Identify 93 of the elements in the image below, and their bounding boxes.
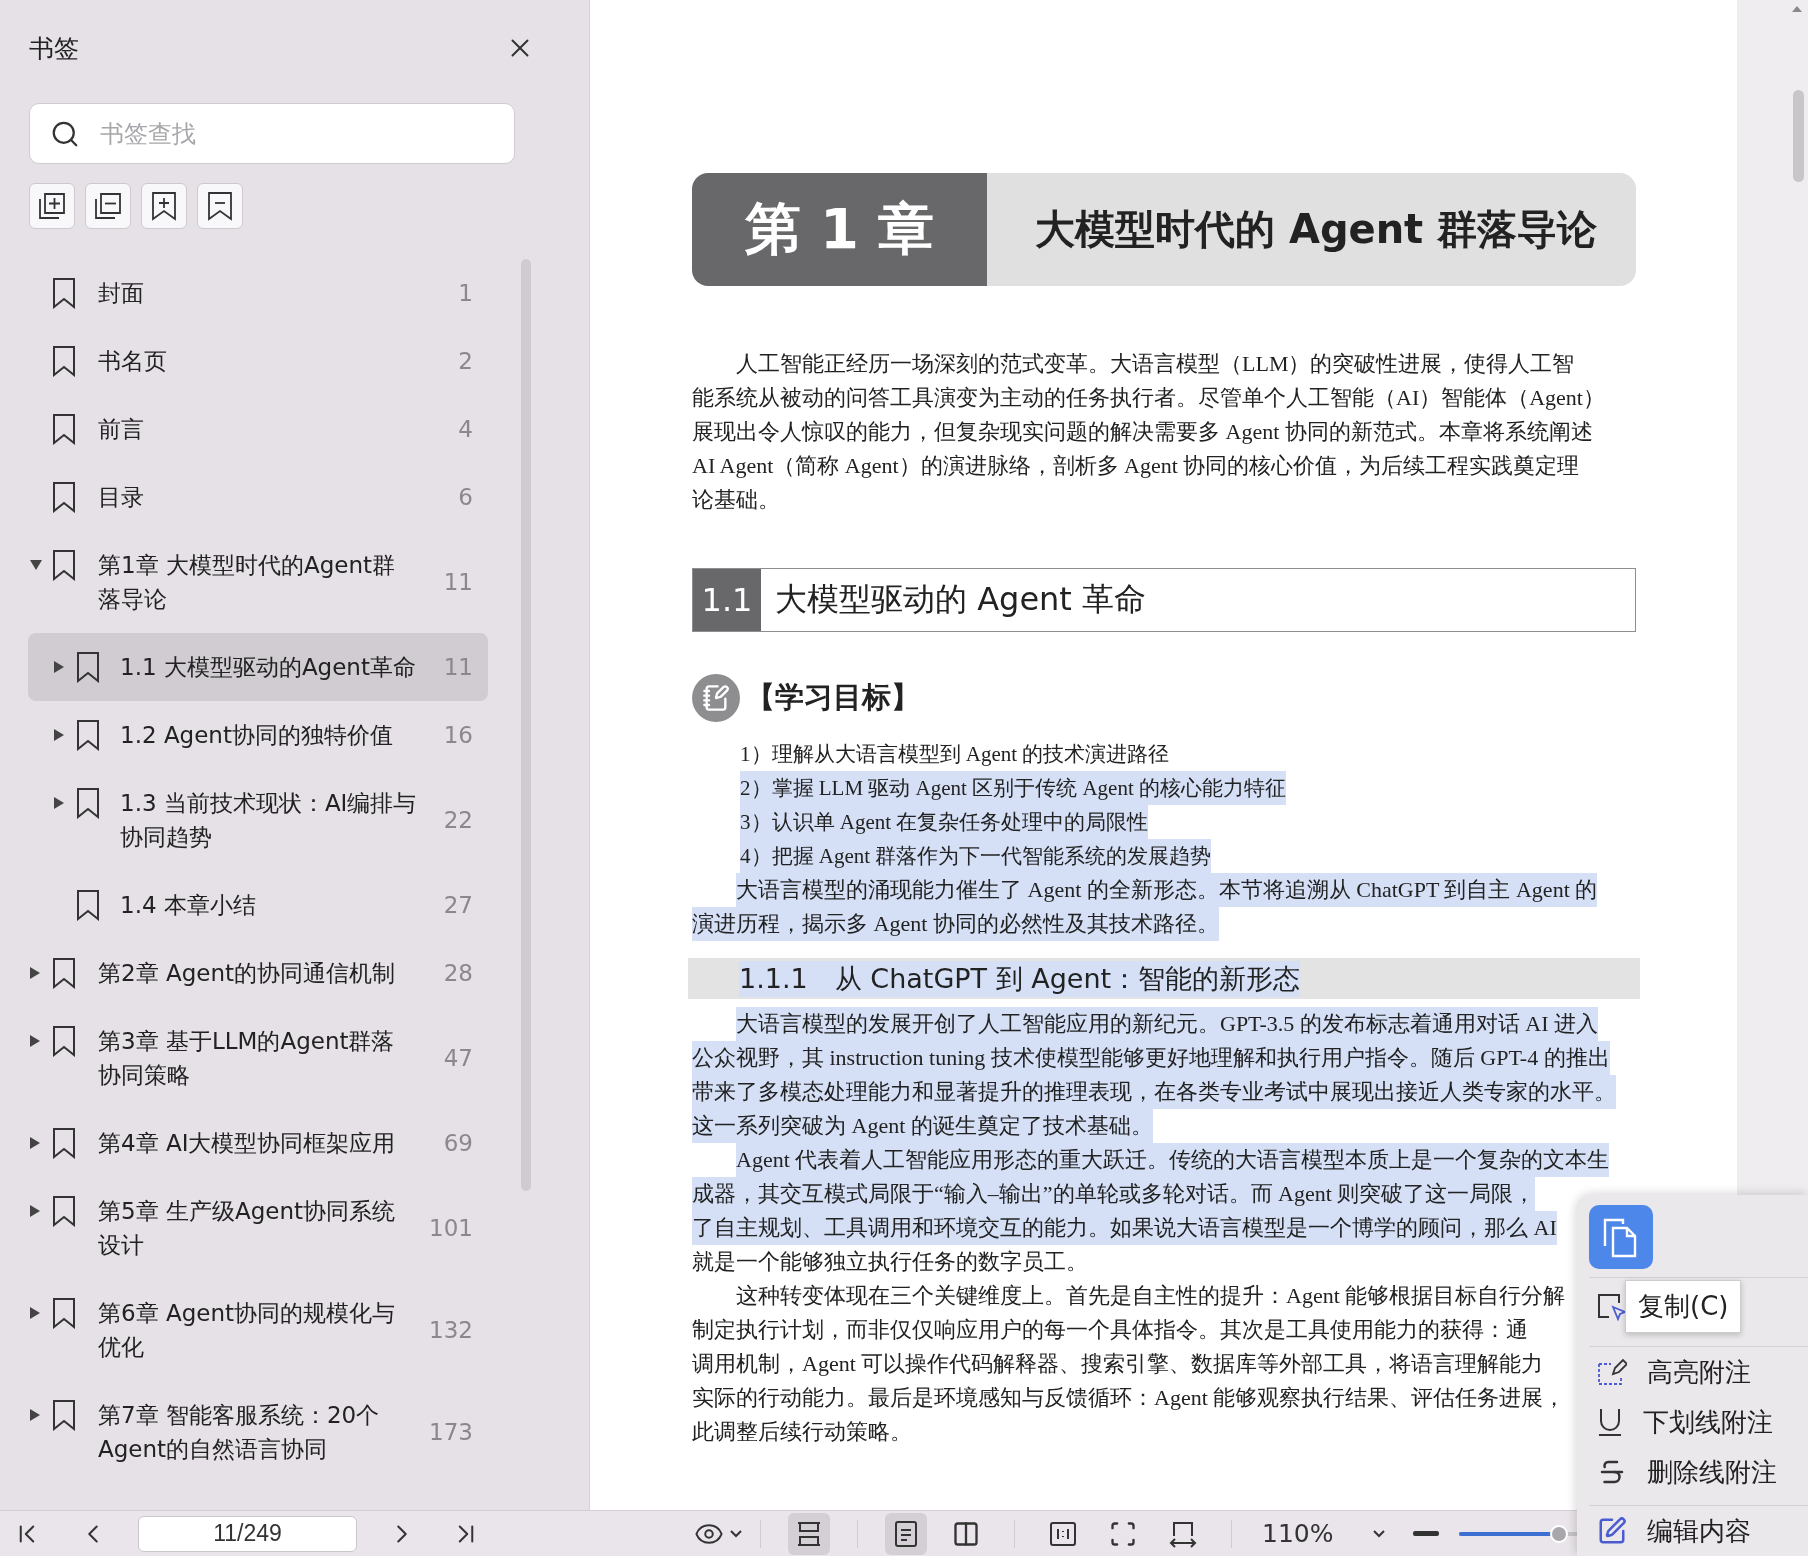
expand-triangle-icon[interactable] [54, 661, 64, 673]
bookmark-plus-icon [151, 191, 177, 221]
expand-triangle-icon[interactable] [30, 1205, 40, 1217]
menu-item[interactable]: 删除线附注 [1589, 1447, 1808, 1497]
bookmark-icon [52, 1297, 76, 1329]
two-page-icon [952, 1519, 980, 1548]
zoom-out-button[interactable] [1413, 1530, 1440, 1537]
bookmark-item[interactable]: 1.3 当前技术现状：AI编排与协同趋势 22 [28, 769, 488, 871]
expand-triangle-icon[interactable] [54, 729, 64, 741]
objective-item: 1）理解从大语言模型到 Agent 的技术演进路径 [740, 741, 1170, 768]
expand-triangle-icon[interactable] [30, 1307, 40, 1319]
menu-item[interactable]: 下划线附注 [1589, 1397, 1808, 1447]
bookmark-icon [76, 651, 100, 683]
bookmark-icon [52, 1399, 76, 1431]
minus-icon [1413, 1530, 1440, 1537]
expand-all-icon [37, 191, 67, 221]
bookmark-item[interactable]: 1.2 Agent协同的独特价值 16 [28, 701, 488, 769]
menu-item[interactable]: 编辑内容 [1589, 1506, 1808, 1556]
objective-item: 2）掌握 LLM 驱动 Agent 区别于传统 Agent 的核心能力特征 [740, 771, 1286, 805]
bookmark-item[interactable]: 1.4 本章小结 27 [28, 871, 488, 939]
bookmark-tool-button[interactable] [197, 183, 243, 229]
bookmark-icon [52, 277, 76, 309]
bookmark-item[interactable]: 封面 1 [28, 259, 488, 327]
sidebar-title: 书签 [29, 32, 79, 65]
bookmark-item[interactable]: 第4章 AI大模型协同框架应用 69 [28, 1109, 488, 1177]
view-button[interactable] [788, 1512, 830, 1555]
bookmark-icon [52, 345, 76, 377]
bookmark-item[interactable]: 目录 6 [28, 463, 488, 531]
box-cursor-icon [1597, 1293, 1627, 1323]
objective-item: 3）认识单 Agent 在复杂任务处理中的局限性 [740, 805, 1149, 839]
bookmark-item[interactable]: 第7章 智能客服系统：20个Agent的自然语言协同 173 [28, 1381, 488, 1483]
chapter-label: 第 1 章 [692, 173, 987, 286]
expand-triangle-icon[interactable] [30, 1035, 40, 1047]
scroll-up-arrow-icon[interactable] [1792, 6, 1802, 12]
search-bar[interactable]: 书签查找 [29, 103, 515, 164]
tooltip: 复制(C) [1625, 1280, 1742, 1333]
chevron-down-icon [730, 1529, 742, 1538]
scrollbar-thumb[interactable] [1793, 90, 1804, 182]
bookmark-icon [52, 1127, 76, 1159]
bookmark-icon [76, 787, 100, 819]
body-paragraph: 大语言模型的发展开创了人工智能应用的新纪元。GPT-3.5 的发布标志着通用对话 AI 进入 公众视野，其 instruction tuning 技术使模型能够更好地理解和执行用户指令。随后 GPT-4 的推出 带来了多模态处理能力和显著提升的推理表现，在各类专业考试中展现出接近人类专家的水平。 这一系列突破为 Agent 的诞生奠定了技术基础。 [692, 1007, 1616, 1143]
expand-triangle-icon[interactable] [30, 1409, 40, 1421]
expand-triangle-icon[interactable] [54, 797, 64, 809]
bookmark-icon [52, 481, 76, 513]
intro-paragraph: 人工智能正经历一场深刻的范式变革。大语言模型（LLM）的突破性进展，使得人工智 能系统从被动的问答工具演变为主动的任务执行者。尽管单个人工智能（AI）智能体（Agent） 展现出令人惊叹的能力，但复杂现实问题的解决需要多 Agent 协同的新范式。本章将系统阐述 AI Agent（简称 Agent）的演进脉络，剖析多 Agent 协同的核心价值，为后续工程实践奠定理 论基础。 [692, 350, 1605, 514]
bookmark-tool-button[interactable] [85, 183, 131, 229]
actual-size-icon [1049, 1519, 1077, 1548]
view-button[interactable] [885, 1512, 927, 1555]
bookmark-icon [52, 1025, 76, 1057]
copy-button[interactable] [1589, 1205, 1653, 1269]
collapse-triangle-icon[interactable] [30, 560, 42, 570]
bookmark-item[interactable]: 第6章 Agent协同的规模化与优化 132 [28, 1279, 488, 1381]
edit-icon [1597, 1516, 1627, 1546]
expand-triangle-icon[interactable] [30, 967, 40, 979]
page-number-field[interactable]: 11/249 [138, 1515, 357, 1552]
bookmark-icon [52, 1195, 76, 1227]
bookmark-item[interactable]: 第1章 大模型时代的Agent群落导论 11 [28, 531, 488, 633]
objectives-title: 【学习目标】 [746, 679, 920, 716]
fit-height-icon [795, 1519, 823, 1548]
dashed-box-pen-icon [1597, 1358, 1627, 1386]
bookmark-icon [52, 413, 76, 445]
bookmark-tool-button[interactable] [29, 183, 75, 229]
collapse-all-icon [93, 191, 123, 221]
notebook-pen-icon [692, 674, 740, 722]
bookmark-minus-icon [207, 191, 233, 221]
fit-width-icon [1168, 1519, 1198, 1548]
body-paragraph: 这种转变体现在三个关键维度上。首先是自主性的提升：Agent 能够根据目标自行分解 制定执行计划，而非仅仅响应用户的每一个具体指令。其次是工具使用能力的获得：通 调用机制，Agent 可以操作代码解释器、搜索引擎、数据库等外部工具，将语言理解能力 实际的行动能力。最后是环境感知与反馈循环：Agent 能够观察执行结果、评估任务进展， 此调整后续行动策略。 [692, 1282, 1566, 1446]
expand-triangle-icon[interactable] [30, 1137, 40, 1149]
bookmark-item[interactable]: 前言 4 [28, 395, 488, 463]
bookmark-item[interactable]: 1.1 大模型驱动的Agent革命 11 [28, 633, 488, 701]
section-number: 1.1 [693, 569, 761, 631]
bookmark-icon [76, 719, 100, 751]
bookmark-icon [52, 957, 76, 989]
subheading: 1.1.1 从 ChatGPT 到 Agent：智能的新形态 [739, 960, 1301, 997]
fit-screen-icon [1109, 1519, 1137, 1548]
bookmark-item[interactable]: 第3章 基于LLM的Agent群落协同策略 47 [28, 1007, 488, 1109]
bookmark-icon [52, 549, 76, 581]
zoom-dropdown-button[interactable] [1373, 1529, 1386, 1538]
section-title: 大模型驱动的 Agent 革命 [774, 579, 1147, 620]
bookmark-item[interactable]: 第2章 Agent的协同通信机制 28 [28, 939, 488, 1007]
underline-icon [1597, 1407, 1623, 1437]
bookmark-item[interactable]: 书名页 2 [28, 327, 488, 395]
body-paragraph: 大语言模型的涌现能力催生了 Agent 的全新形态。本节将追溯从 ChatGPT 到自主 Agent 的 演进历程，揭示多 Agent 协同的必然性及其技术路径。 [692, 873, 1598, 941]
bookmark-tool-button[interactable] [141, 183, 187, 229]
chevron-down-icon [1373, 1529, 1386, 1538]
chapter-title: 大模型时代的 Agent 群落导论 [987, 173, 1636, 286]
bookmark-item[interactable]: 第5章 生产级Agent协同系统设计 101 [28, 1177, 488, 1279]
zoom-level[interactable]: 110% [1262, 1519, 1334, 1548]
single-page-icon [894, 1519, 918, 1548]
search-input[interactable]: 书签查找 [98, 118, 494, 149]
objective-item: 4）把握 Agent 群落作为下一代智能系统的发展趋势 [740, 839, 1212, 873]
menu-item[interactable]: 高亮附注 [1589, 1347, 1808, 1397]
bookmark-icon [76, 889, 100, 921]
